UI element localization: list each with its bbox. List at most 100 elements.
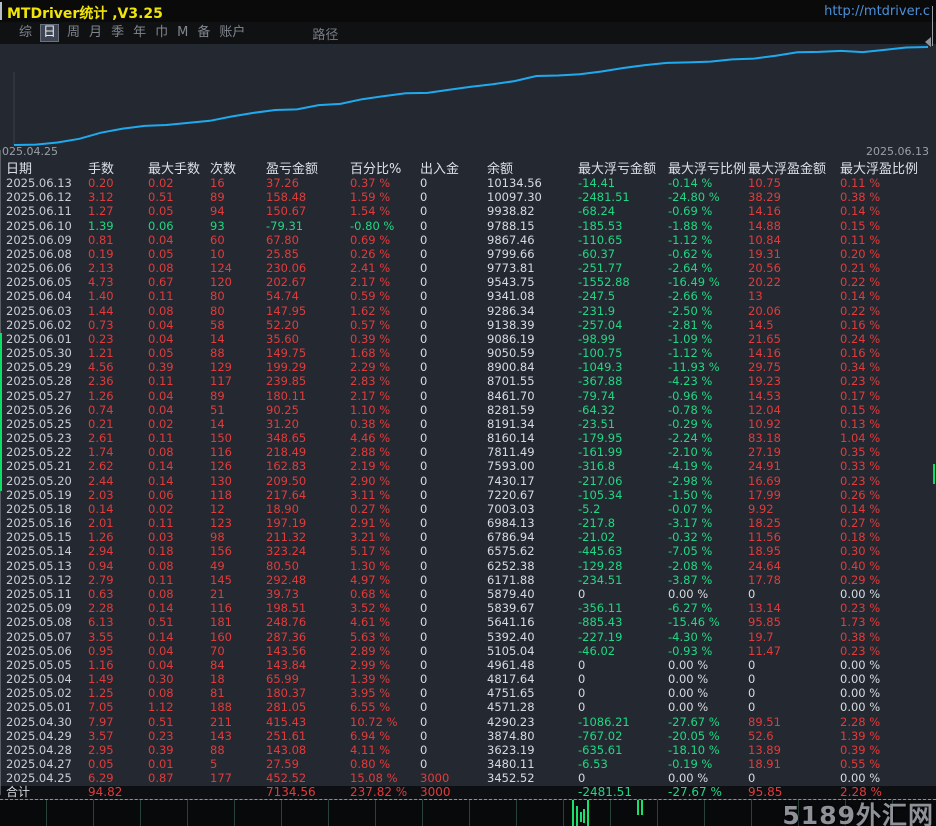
tab-综[interactable]: 综 [19,25,32,41]
table-row[interactable]: 2025.04.25 6.29 0.87 177 452.52 15.08 % 3000 34… [0,771,936,785]
table-row[interactable]: 2025.06.01 0.23 0.04 14 35.60 0.39 % 0 9086.19 -… [0,332,936,346]
cell-max-float-loss-pct: -0.62 % [668,246,713,261]
cell-balance: 9938.82 [487,204,535,219]
cell-balance: 9867.46 [487,232,535,247]
table-row[interactable]: 2025.05.04 1.49 0.30 18 65.99 1.39 % 0 4817.64 0… [0,672,936,686]
cell-pct: 2.17 % [350,388,391,403]
cell-max-float-profit: 12.04 [748,402,781,417]
cell-max-float-loss: -68.24 [578,204,616,219]
table-row[interactable]: 2025.05.14 2.94 0.18 156 323.24 5.17 % 0 6575.6… [0,544,936,558]
cell-lots: 0.73 [88,317,114,332]
table-row[interactable]: 2025.05.16 2.01 0.11 123 197.19 2.91 % 0 6984.1… [0,516,936,530]
cell-pnl: 90.25 [266,402,299,417]
table-row[interactable]: 2025.06.04 1.40 0.11 80 54.74 0.59 % 0 9341.08 -… [0,289,936,303]
table-row[interactable]: 2025.04.30 7.97 0.51 211 415.43 10.72 % 0 4290.… [0,715,936,729]
tab-年[interactable]: 年 [133,25,146,41]
table-row[interactable]: 2025.05.25 0.21 0.02 14 31.20 0.38 % 0 8191.34 -… [0,417,936,431]
table-row[interactable]: 2025.05.21 2.62 0.14 126 162.83 2.19 % 0 7593.0… [0,459,936,473]
cell-max-lots: 0.39 [148,742,174,757]
table-row[interactable]: 2025.06.02 0.73 0.04 58 52.20 0.57 % 0 9138.39 -… [0,318,936,332]
table-row[interactable]: 2025.05.06 0.95 0.04 70 143.56 2.89 % 0 5105.04… [0,644,936,658]
tab-巾[interactable]: 巾 [155,25,168,41]
table-row[interactable]: 2025.05.15 1.26 0.03 98 211.32 3.21 % 0 6786.94… [0,530,936,544]
cell-balance: 3623.19 [487,742,535,757]
cell-max-lots: 0.04 [148,232,174,247]
cell-max-float-profit-pct: 0.23 % [840,601,881,616]
table-row[interactable]: 2025.05.09 2.28 0.14 116 198.51 3.52 % 0 5839.6… [0,601,936,615]
table-row[interactable]: 2025.05.11 0.63 0.08 21 39.73 0.68 % 0 5879.40 0… [0,587,936,601]
table-row[interactable]: 2025.06.11 1.27 0.05 94 150.67 1.54 % 0 9938.82… [0,204,936,218]
splitter-arrow-icon[interactable] [925,37,931,47]
tab-季[interactable]: 季 [111,25,124,41]
cell-trades: 117 [210,374,232,389]
path-label[interactable]: 路径 [312,24,338,43]
table-row[interactable]: 2025.05.29 4.56 0.39 129 199.29 2.29 % 0 8900.8… [0,360,936,374]
table-row[interactable]: 2025.06.03 1.44 0.08 80 147.95 1.62 % 0 9286.34… [0,304,936,318]
table-row[interactable]: 2025.05.13 0.94 0.08 49 80.50 1.30 % 0 6252.38 -… [0,559,936,573]
cell-max-float-profit-pct: 0.23 % [840,374,881,389]
table-row[interactable]: 2025.05.20 2.44 0.14 130 209.50 2.90 % 0 7430.1… [0,474,936,488]
table-row[interactable]: 2025.05.22 1.74 0.08 116 218.49 2.88 % 0 7811.4… [0,445,936,459]
cell-trades: 129 [210,360,232,375]
cell-max-float-loss: -231.9 [578,303,616,318]
cell-in-out: 0 [420,657,428,672]
tab-备[interactable]: 备 [197,25,210,41]
table-row[interactable]: 2025.05.12 2.79 0.11 145 292.48 4.97 % 0 6171.8… [0,573,936,587]
cell-lots: 1.39 [88,218,114,233]
cell-max-float-profit-pct: 0.00 % [840,586,881,601]
cell-max-float-profit: 11.56 [748,530,781,545]
tab-月[interactable]: 月 [89,25,102,41]
tab-周[interactable]: 周 [67,25,80,41]
table-row[interactable]: 2025.06.10 1.39 0.06 93 -79.31 -0.80 % 0 9788.1… [0,219,936,233]
app-url-link[interactable]: http://mtdriver.c [824,4,930,19]
cell-in-out: 0 [420,331,428,346]
table-row[interactable]: 2025.05.18 0.14 0.02 12 18.90 0.27 % 0 7003.03 -… [0,502,936,516]
table-row[interactable]: 2025.06.08 0.19 0.05 10 25.85 0.26 % 0 9799.66 -… [0,247,936,261]
cell-max-lots: 0.05 [148,204,174,219]
table-row[interactable]: 2025.05.07 3.55 0.14 160 287.36 5.63 % 0 5392.4… [0,630,936,644]
table-row[interactable]: 2025.06.12 3.12 0.51 89 158.48 1.59 % 0 10097.3… [0,190,936,204]
table-row[interactable]: 2025.06.05 4.73 0.67 120 202.67 2.17 % 0 9543.7… [0,275,936,289]
tab-M[interactable]: M [177,25,188,41]
table-row[interactable]: 2025.05.08 6.13 0.51 181 248.76 4.61 % 0 5641.1… [0,615,936,629]
table-row[interactable]: 2025.05.01 7.05 1.12 188 281.05 6.55 % 0 4571.2… [0,700,936,714]
cell-in-out: 3000 [420,771,450,786]
table-row[interactable]: 2025.06.09 0.81 0.04 60 67.80 0.69 % 0 9867.46 -… [0,233,936,247]
table-row[interactable]: 2025.05.27 1.26 0.04 89 180.11 2.17 % 0 8461.70… [0,389,936,403]
table-row[interactable]: 2025.04.27 0.05 0.01 5 27.59 0.80 % 0 3480.11 -6… [0,757,936,771]
table-row[interactable]: 2025.05.23 2.61 0.11 150 348.65 4.46 % 0 8160.1… [0,431,936,445]
table-row[interactable]: 2025.05.28 2.36 0.11 117 239.85 2.83 % 0 8701.5… [0,374,936,388]
cell-max-lots: 0.08 [148,445,174,460]
cell-date: 2025.06.03 [6,303,72,318]
tab-账户[interactable]: 账户 [219,25,245,41]
cell-max-float-loss: -445.63 [578,544,623,559]
cell-in-out: 0 [420,742,428,757]
table-row[interactable]: 2025.05.05 1.16 0.04 84 143.84 2.99 % 0 4961.48… [0,658,936,672]
cell-date: 2025.05.21 [6,459,72,474]
cell-pct: 6.55 % [350,700,391,715]
cell-max-float-loss: -1552.88 [578,275,630,290]
table-row[interactable]: 2025.04.28 2.95 0.39 88 143.08 4.11 % 0 3623.19… [0,743,936,757]
window-left-edge [0,2,2,20]
cell-date: 2025.05.02 [6,686,72,701]
cell-pct: 2.99 % [350,657,391,672]
table-row[interactable]: 2025.05.02 1.25 0.08 81 180.37 3.95 % 0 4751.65… [0,686,936,700]
cell-pnl: 199.29 [266,360,307,375]
chart-end-date-label: 2025.06.13 [866,145,929,158]
cell-date: 2025.05.22 [6,445,72,460]
header-pnl: 盈亏金额 [266,162,319,177]
cell-max-float-loss: -247.5 [578,289,616,304]
table-row[interactable]: 2025.04.29 3.57 0.23 143 251.61 6.94 % 0 3874.8… [0,729,936,743]
cell-max-lots: 0.11 [148,289,174,304]
cell-lots: 1.25 [88,686,114,701]
table-row[interactable]: 2025.06.06 2.13 0.08 124 230.06 2.41 % 0 9773.8… [0,261,936,275]
cell-balance: 4961.48 [487,657,535,672]
table-row[interactable]: 2025.05.30 1.21 0.05 88 149.75 1.68 % 0 9050.59… [0,346,936,360]
table-row[interactable]: 2025.06.13 0.20 0.02 16 37.26 0.37 % 0 10134.56… [0,176,936,190]
tab-日[interactable]: 日 [40,24,60,42]
table-row[interactable]: 2025.05.19 2.03 0.06 118 217.64 3.11 % 0 7220.6… [0,488,936,502]
volume-bar [637,800,639,815]
cell-max-float-loss: -1049.3 [578,360,623,375]
cell-pnl: 143.84 [266,657,307,672]
table-row[interactable]: 2025.05.26 0.74 0.04 51 90.25 1.10 % 0 8281.59 -… [0,403,936,417]
